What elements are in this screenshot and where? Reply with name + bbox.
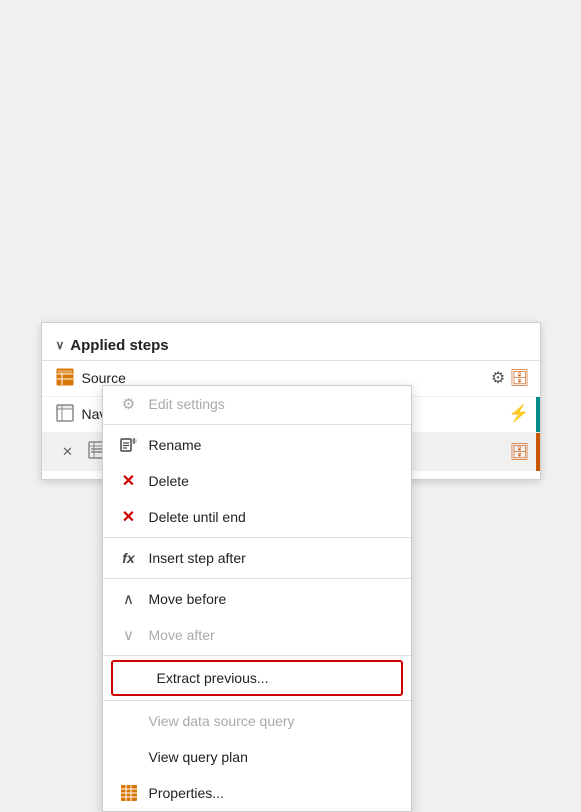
separator-1: [103, 424, 411, 425]
extract-previous-label: Extract previous...: [157, 670, 387, 686]
panel-title: Applied steps: [70, 337, 168, 354]
source-actions: ⚙ 🗄: [491, 368, 530, 388]
delete-until-end-label: Delete until end: [149, 509, 393, 525]
navigation-actions: ⚡: [508, 404, 529, 424]
separator-4: [103, 655, 411, 656]
chevron-up-icon: ∧: [119, 590, 139, 608]
separator-3: [103, 578, 411, 579]
orange-accent: [536, 433, 540, 471]
menu-item-insert-step-after[interactable]: fx Insert step after: [103, 540, 411, 576]
menu-item-extract-previous[interactable]: Extract previous...: [111, 660, 403, 696]
view-data-source-query-label: View data source query: [149, 713, 393, 729]
rename-label: Rename: [149, 437, 393, 453]
db-clock-icon: 🗄: [509, 442, 529, 462]
properties-icon: [119, 784, 139, 802]
fx-icon: fx: [119, 550, 139, 566]
navigation-icon: [56, 404, 74, 425]
insert-step-after-label: Insert step after: [149, 550, 393, 566]
menu-item-move-after[interactable]: ∨ Move after: [103, 617, 411, 653]
delete-until-end-icon: ✕: [119, 507, 139, 527]
separator-2: [103, 537, 411, 538]
bolt-icon: ⚡: [508, 404, 529, 424]
menu-item-edit-settings[interactable]: ⚙ Edit settings: [103, 386, 411, 422]
view-query-plan-label: View query plan: [149, 749, 393, 765]
menu-item-move-before[interactable]: ∧ Move before: [103, 581, 411, 617]
move-after-label: Move after: [149, 627, 393, 643]
close-button[interactable]: ✕: [56, 440, 80, 464]
renamed-columns-actions: 🗄: [509, 442, 529, 462]
teal-accent: [536, 397, 540, 432]
properties-label: Properties...: [149, 785, 393, 801]
context-menu: ⚙ Edit settings Rename ✕ Delete: [102, 385, 412, 812]
menu-item-delete-until-end[interactable]: ✕ Delete until end: [103, 499, 411, 535]
rename-icon: [119, 436, 139, 454]
delete-icon: ✕: [119, 471, 139, 491]
delete-label: Delete: [149, 473, 393, 489]
menu-item-delete[interactable]: ✕ Delete: [103, 463, 411, 499]
db-orange-icon: 🗄: [509, 368, 529, 388]
edit-settings-label: Edit settings: [149, 396, 393, 412]
chevron-down-icon: ∨: [119, 626, 139, 644]
panel-header: ∨ Applied steps: [42, 331, 540, 360]
gear-icon[interactable]: ⚙: [491, 368, 505, 388]
source-icon: [56, 368, 74, 389]
separator-5: [103, 700, 411, 701]
move-before-label: Move before: [149, 591, 393, 607]
chevron-icon[interactable]: ∨: [56, 338, 65, 352]
gear-menu-icon: ⚙: [119, 395, 139, 413]
menu-item-rename[interactable]: Rename: [103, 427, 411, 463]
menu-item-properties[interactable]: Properties...: [103, 775, 411, 811]
menu-item-view-query-plan[interactable]: View query plan: [103, 739, 411, 775]
menu-item-view-data-source-query[interactable]: View data source query: [103, 703, 411, 739]
applied-steps-panel: ∨ Applied steps Source ⚙ 🗄: [41, 322, 541, 480]
